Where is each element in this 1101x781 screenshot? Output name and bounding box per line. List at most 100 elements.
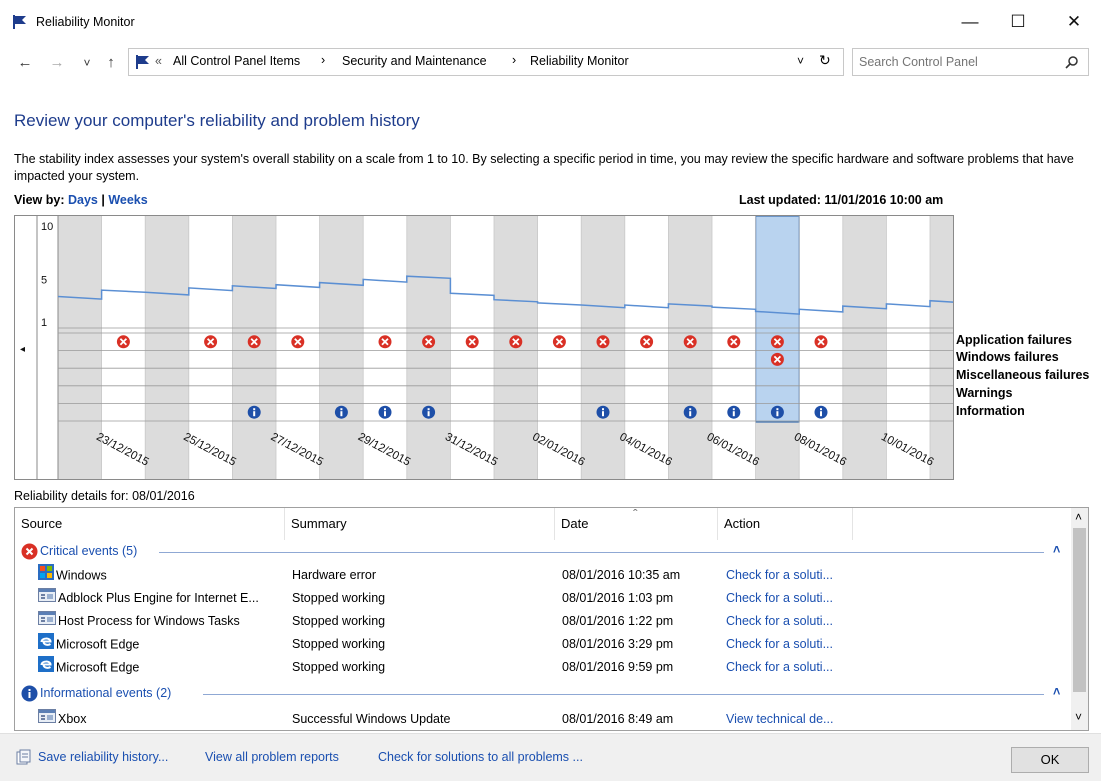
- info-marker-dot: [253, 408, 256, 411]
- flag-icon: [135, 54, 151, 73]
- row-source: Adblock Plus Engine for Internet E...: [38, 587, 288, 610]
- breadcrumb-security-and-maintenance[interactable]: Security and Maintenance: [342, 54, 487, 68]
- vertical-scrollbar[interactable]: ˄ ˅: [1071, 508, 1088, 730]
- recent-locations-button[interactable]: ˅: [76, 52, 98, 74]
- info-marker-icon: [596, 405, 610, 419]
- source-text: Host Process for Windows Tasks: [58, 614, 240, 628]
- chart-scroll-left-area: [15, 216, 37, 479]
- error-marker-icon: [291, 335, 305, 349]
- row-action-link[interactable]: View technical de...: [726, 708, 856, 730]
- edge-icon: [38, 656, 54, 679]
- page-title: Review your computer's reliability and p…: [14, 111, 420, 130]
- address-bar[interactable]: « All Control Panel Items › Security and…: [128, 48, 844, 76]
- error-marker-icon: [770, 352, 784, 366]
- back-button[interactable]: ←: [14, 52, 36, 74]
- row-action-link[interactable]: Check for a soluti...: [726, 587, 856, 610]
- info-marker-stem: [689, 411, 692, 417]
- check-for-solutions-link[interactable]: Check for solutions to all problems ...: [378, 750, 583, 764]
- group-critical-events[interactable]: Critical events (5) ˄: [19, 542, 1071, 562]
- row-action-link[interactable]: Check for a soluti...: [726, 656, 856, 679]
- search-icon[interactable]: [1065, 55, 1079, 72]
- group-informational-events[interactable]: Informational events (2) ˄: [19, 684, 1071, 704]
- critical-error-icon: [21, 543, 38, 563]
- row-date: 08/01/2016 10:35 am: [562, 568, 681, 582]
- info-marker-dot: [689, 408, 692, 411]
- row-source: Microsoft Edge: [38, 633, 288, 656]
- column-action[interactable]: Action: [718, 508, 853, 540]
- window-title: Reliability Monitor: [36, 15, 135, 29]
- table-row[interactable]: Microsoft Edge Stopped working 08/01/201…: [16, 656, 1071, 679]
- table-row[interactable]: Host Process for Windows Tasks Stopped w…: [16, 610, 1071, 633]
- footer-bar: Save reliability history... View all pro…: [0, 733, 1101, 781]
- breadcrumb-all-control-panel-items[interactable]: All Control Panel Items: [173, 54, 300, 68]
- breadcrumb-reliability-monitor[interactable]: Reliability Monitor: [530, 54, 629, 68]
- reliability-chart-svg[interactable]: ◂▸105123/12/201525/12/201527/12/201529/1…: [15, 216, 954, 480]
- app-window-icon: [38, 708, 56, 730]
- info-marker-icon: [683, 405, 697, 419]
- maximize-button[interactable]: ☐: [998, 8, 1038, 36]
- save-icon: [16, 749, 32, 768]
- breadcrumb-overflow[interactable]: «: [155, 54, 162, 68]
- chart-selected-column[interactable]: [754, 216, 800, 423]
- refresh-button[interactable]: ↻: [819, 52, 831, 69]
- legend-application-failures: Application failures: [956, 333, 1072, 347]
- table-row[interactable]: Windows Hardware error 08/01/2016 10:35 …: [16, 564, 1071, 587]
- reliability-chart[interactable]: ◂▸105123/12/201525/12/201527/12/201529/1…: [14, 215, 954, 480]
- search-input[interactable]: [859, 52, 1054, 72]
- legend-windows-failures: Windows failures: [956, 350, 1059, 364]
- page-description: The stability index assesses your system…: [14, 152, 1074, 183]
- collapse-informational-button[interactable]: ˄: [1053, 685, 1060, 699]
- column-source[interactable]: Source: [15, 508, 285, 540]
- windows-flag-icon: [38, 564, 54, 587]
- info-marker-stem: [427, 411, 430, 417]
- error-marker-icon: [422, 335, 436, 349]
- collapse-critical-button[interactable]: ˄: [1053, 543, 1060, 557]
- view-by-weeks-link[interactable]: Weeks: [108, 193, 147, 207]
- app-window-icon: [38, 610, 56, 633]
- legend-warnings: Warnings: [956, 386, 1013, 400]
- info-marker-icon: [770, 405, 784, 419]
- forward-button[interactable]: →: [46, 52, 68, 74]
- error-marker-icon: [596, 335, 610, 349]
- info-marker-stem: [602, 411, 604, 417]
- column-summary[interactable]: Summary: [285, 508, 555, 540]
- error-marker-icon: [683, 335, 697, 349]
- scroll-down-button[interactable]: ˅: [1075, 710, 1082, 724]
- chart-scroll-left-button[interactable]: ◂: [20, 344, 25, 355]
- save-reliability-history-link[interactable]: Save reliability history...: [38, 750, 168, 764]
- row-action-link[interactable]: Check for a soluti...: [726, 610, 856, 633]
- scroll-up-button[interactable]: ˄: [1075, 510, 1082, 524]
- breadcrumb-separator[interactable]: ›: [512, 53, 516, 67]
- source-text: Microsoft Edge: [56, 637, 140, 652]
- row-action-link[interactable]: Check for a soluti...: [726, 633, 856, 656]
- table-row[interactable]: Xbox Successful Windows Update 08/01/201…: [16, 708, 1071, 730]
- view-by-label: View by:: [14, 193, 65, 207]
- row-source: Host Process for Windows Tasks: [38, 610, 288, 633]
- chart-day-column: [930, 216, 953, 479]
- info-marker-dot: [820, 408, 822, 411]
- app-window-icon: [38, 587, 56, 610]
- info-marker-icon: [247, 405, 261, 419]
- close-button[interactable]: ✕: [1054, 8, 1094, 36]
- address-dropdown-button[interactable]: ˅: [797, 54, 804, 68]
- view-by: View by: Days | Weeks: [14, 193, 148, 207]
- error-marker-icon: [204, 335, 218, 349]
- row-date: 08/01/2016 9:59 pm: [562, 660, 674, 674]
- view-by-days-link[interactable]: Days: [68, 193, 98, 207]
- table-row[interactable]: Adblock Plus Engine for Internet E... St…: [16, 587, 1071, 610]
- legend-information: Information: [956, 404, 1025, 418]
- table-row[interactable]: Microsoft Edge Stopped working 08/01/201…: [16, 633, 1071, 656]
- search-box[interactable]: [852, 48, 1089, 76]
- chart-y-tick-label: 5: [41, 274, 47, 286]
- scroll-thumb[interactable]: [1073, 528, 1086, 692]
- ok-button[interactable]: OK: [1011, 747, 1089, 773]
- breadcrumb-separator[interactable]: ›: [321, 53, 325, 67]
- up-button[interactable]: ↑: [100, 52, 122, 74]
- info-marker-dot: [776, 408, 779, 411]
- source-text: Xbox: [58, 712, 87, 726]
- minimize-button[interactable]: —: [950, 8, 990, 36]
- edge-icon: [38, 633, 54, 656]
- row-summary: Stopped working: [292, 614, 386, 628]
- row-action-link[interactable]: Check for a soluti...: [726, 564, 856, 587]
- view-all-problem-reports-link[interactable]: View all problem reports: [205, 750, 339, 764]
